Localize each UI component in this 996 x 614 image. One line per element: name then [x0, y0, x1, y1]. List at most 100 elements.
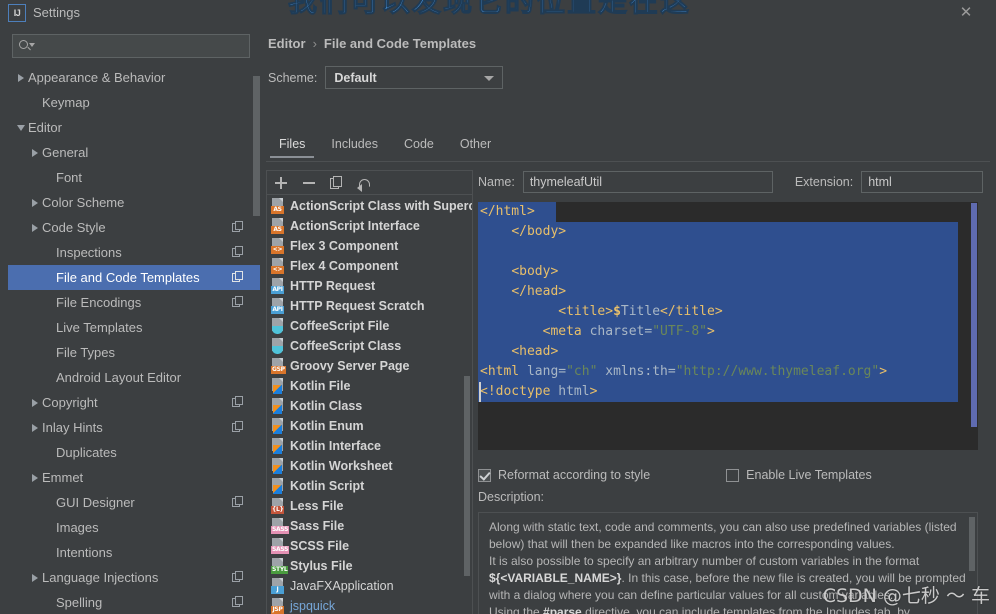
template-list-panel: AS ActionScript Class with Superclass AS Ac…	[266, 170, 473, 614]
sidebar-item-duplicates[interactable]: Duplicates	[8, 440, 260, 465]
template-list-item[interactable]: STYL Stylus File	[267, 556, 472, 576]
copy-settings-icon[interactable]	[232, 596, 244, 608]
chevron-right-icon[interactable]	[28, 390, 42, 415]
description-scrollbar[interactable]	[969, 517, 975, 571]
file-template-icon	[271, 398, 285, 414]
sidebar-item-intentions[interactable]: Intentions	[8, 540, 260, 565]
file-template-icon: <>	[271, 258, 285, 274]
template-list-item[interactable]: SASS SCSS File	[267, 536, 472, 556]
sidebar-item-color-scheme[interactable]: Color Scheme	[8, 190, 260, 215]
add-icon[interactable]	[273, 175, 289, 191]
template-list-item[interactable]: Kotlin Interface	[267, 436, 472, 456]
file-template-icon: {L}	[271, 498, 285, 514]
template-code-editor[interactable]: </html> </body> <body> </head> <title>$T…	[478, 202, 978, 450]
chevron-down-icon[interactable]	[14, 115, 28, 140]
description-paragraph: Using the #parse directive, you can incl…	[489, 605, 910, 614]
search-box[interactable]	[12, 34, 250, 58]
template-list-item[interactable]: Kotlin Class	[267, 396, 472, 416]
copy-settings-icon[interactable]	[232, 496, 244, 508]
sidebar-item-gui-designer[interactable]: GUI Designer	[8, 490, 260, 515]
sidebar-item-file-encodings[interactable]: File Encodings	[8, 290, 260, 315]
remove-icon[interactable]	[301, 175, 317, 191]
tab-other[interactable]: Other	[447, 136, 504, 158]
template-list-item[interactable]: Kotlin File	[267, 376, 472, 396]
sidebar-item-emmet[interactable]: Emmet	[8, 465, 260, 490]
scheme-dropdown[interactable]: Default	[325, 66, 504, 89]
chevron-right-icon[interactable]	[28, 415, 42, 440]
sidebar-item-android-layout-editor[interactable]: Android Layout Editor	[8, 365, 260, 390]
sidebar-item-keymap[interactable]: Keymap	[8, 90, 260, 115]
live-templates-checkbox[interactable]	[726, 468, 740, 482]
sidebar-item-live-templates[interactable]: Live Templates	[8, 315, 260, 340]
template-list-item[interactable]: J JavaFXApplication	[267, 576, 472, 596]
chevron-right-icon[interactable]	[28, 140, 42, 165]
copy-settings-icon[interactable]	[232, 271, 244, 283]
template-list-item[interactable]: CoffeeScript Class	[267, 336, 472, 356]
sidebar-item-code-style[interactable]: Code Style	[8, 215, 260, 240]
template-list-item[interactable]: AS ActionScript Class with Superclass	[267, 196, 472, 216]
template-list-item[interactable]: API HTTP Request	[267, 276, 472, 296]
description-paragraph: Along with static text, code and comment…	[489, 520, 957, 551]
chevron-right-icon[interactable]	[28, 190, 42, 215]
tab-files[interactable]: Files	[266, 136, 318, 158]
sidebar-item-language-injections[interactable]: Language Injections	[8, 565, 260, 590]
template-list-item[interactable]: API HTTP Request Scratch	[267, 296, 472, 316]
sidebar-item-editor[interactable]: Editor	[8, 115, 260, 140]
file-template-icon: GSP	[271, 358, 286, 374]
sidebar-item-images[interactable]: Images	[8, 515, 260, 540]
template-list-item[interactable]: AS ActionScript Interface	[267, 216, 472, 236]
chevron-right-icon[interactable]	[14, 65, 28, 90]
template-list-scrollbar[interactable]	[464, 376, 470, 576]
template-detail: Name: thymeleafUtil Extension: html </ht…	[478, 170, 990, 614]
template-list-item[interactable]: <> Flex 3 Component	[267, 236, 472, 256]
template-list-item[interactable]: Kotlin Worksheet	[267, 456, 472, 476]
code-line: <!doctype html>	[478, 382, 978, 402]
template-name: SCSS File	[290, 539, 350, 553]
tab-code[interactable]: Code	[391, 136, 447, 158]
sidebar-item-label: Inlay Hints	[42, 420, 103, 435]
sidebar-item-inlay-hints[interactable]: Inlay Hints	[8, 415, 260, 440]
copy-settings-icon[interactable]	[232, 571, 244, 583]
copy-settings-icon[interactable]	[232, 421, 244, 433]
sidebar-item-copyright[interactable]: Copyright	[8, 390, 260, 415]
sidebar-item-font[interactable]: Font	[8, 165, 260, 190]
editor-scrollbar[interactable]	[971, 203, 977, 427]
breadcrumb-parent[interactable]: Editor	[268, 36, 306, 51]
chevron-right-icon[interactable]	[28, 465, 42, 490]
template-list-item[interactable]: {L} Less File	[267, 496, 472, 516]
copy-settings-icon[interactable]	[232, 221, 244, 233]
template-list-item[interactable]: GSP Groovy Server Page	[267, 356, 472, 376]
search-input[interactable]	[33, 38, 249, 54]
template-name: JavaFXApplication	[290, 579, 394, 593]
sidebar-item-file-types[interactable]: File Types	[8, 340, 260, 365]
sidebar-item-inspections[interactable]: Inspections	[8, 240, 260, 265]
sidebar-scrollbar[interactable]	[253, 76, 260, 216]
copy-icon[interactable]	[329, 175, 345, 191]
copy-settings-icon[interactable]	[232, 246, 244, 258]
sidebar-item-spelling[interactable]: Spelling	[8, 590, 260, 614]
reformat-checkbox[interactable]	[478, 468, 491, 482]
chevron-right-icon[interactable]	[28, 565, 42, 590]
sidebar-item-general[interactable]: General	[8, 140, 260, 165]
template-list-item[interactable]: JSP jspquick	[267, 596, 472, 614]
sidebar-item-appearance-behavior[interactable]: Appearance & Behavior	[8, 65, 260, 90]
chevron-right-icon[interactable]	[28, 215, 42, 240]
template-list-item[interactable]: Kotlin Enum	[267, 416, 472, 436]
template-list-item[interactable]: CoffeeScript File	[267, 316, 472, 336]
template-list-item[interactable]: <> Flex 4 Component	[267, 256, 472, 276]
file-template-icon: API	[271, 278, 285, 294]
copy-settings-icon[interactable]	[232, 296, 244, 308]
breadcrumb: Editor › File and Code Templates	[268, 36, 476, 51]
template-list-item[interactable]: Kotlin Script	[267, 476, 472, 496]
tab-includes[interactable]: Includes	[318, 136, 391, 158]
sidebar-item-file-and-code-templates[interactable]: File and Code Templates	[8, 265, 260, 290]
sidebar-item-label: Images	[56, 520, 99, 535]
reset-icon[interactable]	[357, 175, 373, 192]
extension-input[interactable]: html	[861, 171, 984, 193]
template-list-item[interactable]: SASS Sass File	[267, 516, 472, 536]
copy-settings-icon[interactable]	[232, 396, 244, 408]
file-template-icon: <>	[271, 238, 285, 254]
close-icon[interactable]: ✕	[958, 5, 974, 21]
sidebar-item-label: Code Style	[42, 220, 106, 235]
name-input[interactable]: thymeleafUtil	[522, 171, 773, 193]
